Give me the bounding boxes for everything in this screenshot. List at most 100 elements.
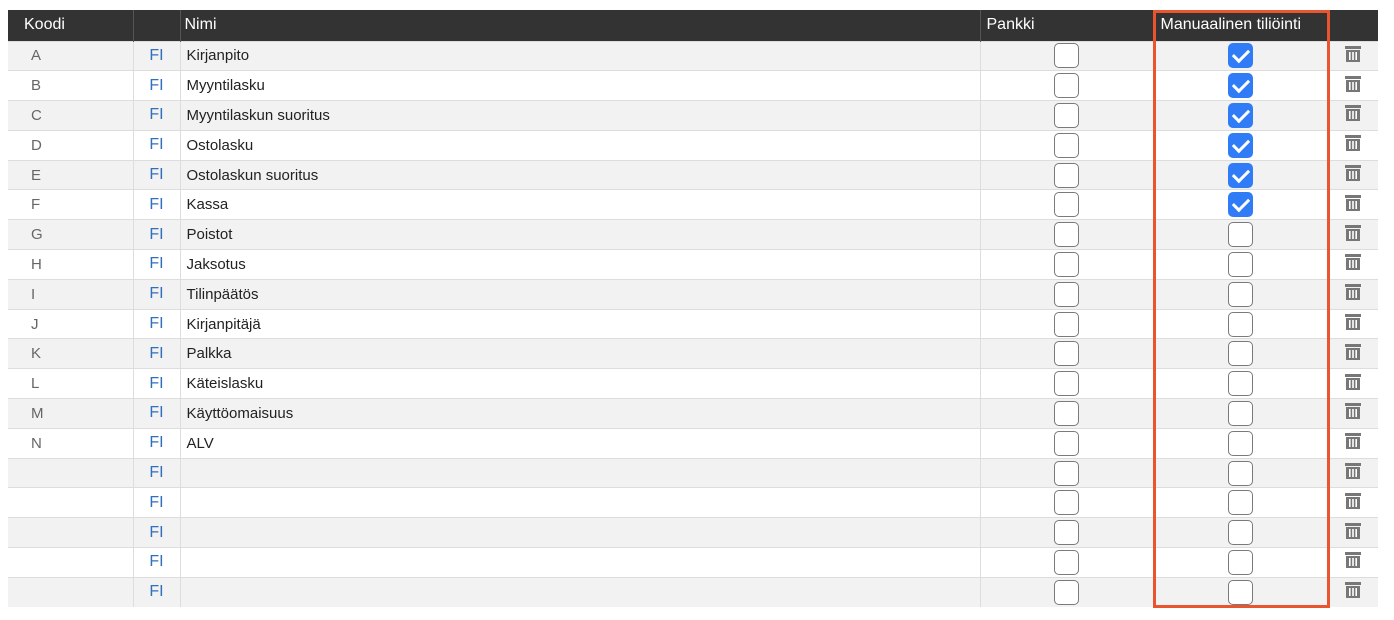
cell-name[interactable] [180, 576, 981, 608]
cell-name[interactable]: ALV [180, 427, 981, 459]
manual-posting-checkbox[interactable] [1228, 549, 1253, 575]
cell-name[interactable]: Ostolaskun suoritus [180, 159, 981, 190]
language-link[interactable]: FI [149, 77, 163, 94]
language-link[interactable]: FI [149, 196, 163, 213]
bank-checkbox[interactable] [1054, 132, 1079, 158]
trash-icon[interactable] [1343, 521, 1363, 545]
manual-posting-checkbox[interactable] [1228, 192, 1253, 218]
manual-posting-checkbox[interactable] [1228, 311, 1253, 337]
manual-posting-checkbox[interactable] [1228, 579, 1253, 605]
trash-icon[interactable] [1343, 74, 1363, 98]
language-link[interactable]: FI [149, 166, 163, 183]
language-link[interactable]: FI [149, 136, 163, 153]
trash-icon[interactable] [1343, 550, 1363, 574]
bank-checkbox[interactable] [1054, 192, 1079, 218]
cell-name[interactable]: Poistot [180, 219, 981, 250]
cell-name[interactable]: Myyntilaskun suoritus [180, 100, 981, 131]
cell-code [8, 576, 134, 608]
trash-icon[interactable] [1343, 312, 1363, 336]
bank-checkbox[interactable] [1054, 549, 1079, 575]
bank-checkbox[interactable] [1054, 579, 1079, 605]
cell-name[interactable] [180, 547, 981, 578]
bank-checkbox[interactable] [1054, 281, 1079, 307]
manual-posting-checkbox[interactable] [1228, 430, 1253, 456]
manual-posting-checkbox[interactable] [1228, 371, 1253, 397]
trash-icon[interactable] [1343, 44, 1363, 68]
cell-name[interactable]: Tilinpäätös [180, 278, 981, 310]
trash-icon[interactable] [1343, 372, 1363, 396]
bank-checkbox[interactable] [1054, 371, 1079, 397]
language-link[interactable]: FI [149, 524, 163, 541]
cell-name[interactable]: Käyttöomaisuus [180, 398, 981, 429]
language-link[interactable]: FI [149, 464, 163, 481]
cell-name[interactable]: Myyntilasku [180, 70, 981, 101]
trash-icon[interactable] [1343, 133, 1363, 157]
trash-icon[interactable] [1343, 252, 1363, 276]
cell-name[interactable]: Ostolasku [180, 129, 981, 161]
bank-checkbox[interactable] [1054, 341, 1079, 367]
bank-checkbox[interactable] [1054, 460, 1079, 486]
trash-icon[interactable] [1343, 163, 1363, 187]
bank-checkbox[interactable] [1054, 400, 1079, 426]
bank-checkbox[interactable] [1054, 430, 1079, 456]
language-link[interactable]: FI [149, 47, 163, 64]
trash-icon[interactable] [1343, 431, 1363, 455]
manual-posting-checkbox[interactable] [1228, 102, 1253, 128]
bank-checkbox[interactable] [1054, 43, 1079, 69]
language-link[interactable]: FI [149, 106, 163, 123]
trash-icon[interactable] [1343, 580, 1363, 604]
manual-posting-checkbox[interactable] [1228, 400, 1253, 426]
language-link[interactable]: FI [149, 285, 163, 302]
manual-posting-checkbox[interactable] [1228, 162, 1253, 188]
bank-checkbox[interactable] [1054, 311, 1079, 337]
bank-checkbox[interactable] [1054, 251, 1079, 277]
cell-name[interactable] [180, 487, 981, 518]
language-link[interactable]: FI [149, 404, 163, 421]
cell-name[interactable]: Käteislasku [180, 368, 981, 399]
trash-icon[interactable] [1343, 342, 1363, 366]
cell-code [8, 547, 134, 578]
trash-icon[interactable] [1343, 461, 1363, 485]
cell-bank [980, 278, 1154, 310]
table-row: I FI Tilinpäätös [8, 278, 1378, 310]
language-link[interactable]: FI [149, 553, 163, 570]
language-link[interactable]: FI [149, 494, 163, 511]
bank-checkbox[interactable] [1054, 162, 1079, 188]
trash-icon[interactable] [1343, 193, 1363, 217]
cell-name[interactable] [180, 457, 981, 488]
manual-posting-checkbox[interactable] [1228, 43, 1253, 69]
bank-checkbox[interactable] [1054, 222, 1079, 248]
bank-checkbox[interactable] [1054, 490, 1079, 516]
language-link[interactable]: FI [149, 375, 163, 392]
manual-posting-checkbox[interactable] [1228, 341, 1253, 367]
trash-icon[interactable] [1343, 223, 1363, 247]
manual-posting-checkbox[interactable] [1228, 281, 1253, 307]
cell-manual-posting [1153, 189, 1329, 220]
trash-icon[interactable] [1343, 491, 1363, 515]
language-link[interactable]: FI [149, 583, 163, 600]
trash-icon[interactable] [1343, 282, 1363, 306]
language-link[interactable]: FI [149, 345, 163, 362]
trash-icon[interactable] [1343, 401, 1363, 425]
manual-posting-checkbox[interactable] [1228, 490, 1253, 516]
bank-checkbox[interactable] [1054, 102, 1079, 128]
manual-posting-checkbox[interactable] [1228, 520, 1253, 546]
trash-icon[interactable] [1343, 103, 1363, 127]
language-link[interactable]: FI [149, 255, 163, 272]
manual-posting-checkbox[interactable] [1228, 73, 1253, 99]
manual-posting-checkbox[interactable] [1228, 132, 1253, 158]
bank-checkbox[interactable] [1054, 520, 1079, 546]
cell-name[interactable] [180, 517, 981, 548]
bank-checkbox[interactable] [1054, 73, 1079, 99]
language-link[interactable]: FI [149, 315, 163, 332]
language-link[interactable]: FI [149, 434, 163, 451]
manual-posting-checkbox[interactable] [1228, 222, 1253, 248]
cell-name[interactable]: Kirjanpito [180, 40, 981, 71]
manual-posting-checkbox[interactable] [1228, 460, 1253, 486]
manual-posting-checkbox[interactable] [1228, 251, 1253, 277]
cell-name[interactable]: Jaksotus [180, 249, 981, 280]
cell-name[interactable]: Kassa [180, 189, 981, 220]
cell-name[interactable]: Kirjanpitäjä [180, 308, 981, 339]
cell-name[interactable]: Palkka [180, 338, 981, 369]
language-link[interactable]: FI [149, 226, 163, 243]
